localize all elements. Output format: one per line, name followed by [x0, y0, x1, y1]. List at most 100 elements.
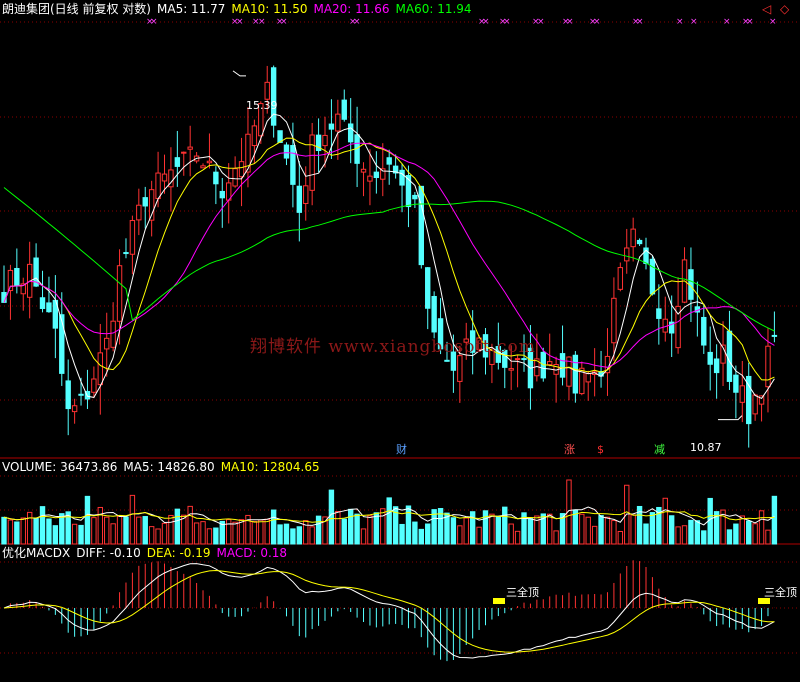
candle-body	[251, 125, 258, 147]
volume-bar	[33, 518, 39, 545]
candle-body	[238, 161, 245, 178]
candle	[84, 369, 91, 409]
volume-bar	[367, 515, 373, 545]
volume-bar	[726, 529, 733, 545]
candle-body	[431, 295, 437, 333]
cross-marker: ×	[593, 17, 601, 27]
candle-body	[373, 171, 380, 179]
event-marker-reduce[interactable]: 减	[654, 444, 665, 456]
volume-bar	[527, 518, 534, 545]
volume-bar	[110, 523, 116, 545]
volume-bar	[46, 518, 52, 545]
volume-bar	[232, 521, 238, 545]
candle	[219, 177, 225, 228]
volume-bar	[598, 515, 604, 545]
candle-body	[116, 265, 123, 322]
candle	[649, 255, 656, 296]
volume-bar	[668, 515, 675, 545]
candle-body	[758, 395, 765, 405]
candle-body	[765, 345, 771, 388]
candle	[399, 163, 405, 213]
candle-body	[572, 354, 579, 394]
volume-bar	[315, 515, 322, 545]
signal-marker	[493, 598, 505, 604]
candle	[579, 361, 585, 396]
candle-body	[701, 316, 707, 346]
candle-body	[630, 228, 636, 248]
volume-bar	[187, 505, 193, 545]
volume-bar	[283, 523, 290, 545]
event-marker-finance[interactable]: 财	[396, 444, 407, 456]
volume-ma10-legend: MA10: 12804.65	[220, 460, 320, 474]
candle-body	[386, 157, 392, 165]
candle-body	[97, 352, 103, 386]
candle-body	[328, 123, 335, 130]
candle-body	[771, 334, 778, 337]
volume-bar	[1, 516, 7, 545]
volume-bar	[78, 524, 84, 545]
candle-body	[206, 160, 213, 164]
candle	[46, 276, 52, 313]
ma20-legend: MA20: 11.66	[313, 2, 390, 16]
volume-bar	[213, 527, 219, 545]
volume-bar	[758, 510, 765, 545]
candle	[418, 185, 425, 269]
candle-body	[283, 144, 290, 159]
stock-title: 朗迪集团(日线 前复权 对数)	[2, 2, 151, 16]
cross-marker: ×	[566, 17, 574, 27]
candle-body	[14, 267, 20, 286]
candle-body	[733, 374, 739, 393]
price-panel[interactable]	[1, 65, 778, 448]
volume-bar	[206, 528, 213, 545]
volume-bar	[226, 519, 232, 545]
volume-bar	[771, 495, 778, 545]
candle-body	[347, 123, 354, 143]
volume-bar	[662, 497, 668, 545]
diamond-icon[interactable]: ◇	[780, 3, 789, 15]
candle	[746, 362, 752, 448]
cross-marker: ×	[636, 17, 644, 27]
candle	[675, 277, 681, 354]
volume-bar	[765, 529, 771, 545]
candle	[129, 215, 136, 275]
volume-bar	[457, 525, 463, 545]
volume-bar	[502, 506, 508, 545]
event-marker-rise[interactable]: 涨	[564, 444, 575, 456]
volume-bar	[328, 489, 335, 545]
volume-bar	[425, 523, 431, 545]
candle-body	[611, 297, 617, 344]
candle-body	[752, 394, 758, 415]
volume-panel[interactable]	[1, 479, 778, 545]
macd-value-legend: MACD: 0.18	[216, 546, 288, 560]
macd-legend: 优化MACDX DIFF: -0.10 DEA: -0.19 MACD: 0.18	[2, 546, 293, 560]
macd-panel[interactable]	[3, 560, 775, 662]
candle	[187, 125, 193, 177]
candle	[360, 162, 367, 197]
volume-bar	[399, 523, 405, 545]
candle-body	[412, 194, 418, 200]
volume-bar	[604, 516, 611, 545]
candle	[701, 303, 707, 354]
candle-body	[444, 359, 450, 362]
candle-body	[309, 134, 315, 191]
candle	[104, 312, 110, 377]
dea-legend: DEA: -0.19	[146, 546, 211, 560]
low-pointer	[718, 415, 743, 421]
volume-bar	[14, 521, 20, 545]
candle	[65, 359, 71, 436]
volume-bar	[136, 516, 142, 545]
event-marker-dollar[interactable]: $	[597, 444, 604, 456]
cross-marker: ×	[503, 17, 511, 27]
volume-bar	[161, 522, 168, 545]
volume-bar	[373, 512, 380, 545]
volume-bar	[463, 517, 469, 545]
candle	[585, 370, 591, 401]
high-pointer	[232, 70, 246, 77]
volume-bar	[39, 506, 46, 545]
candle	[643, 237, 649, 270]
volume-bar	[508, 523, 514, 545]
candle-body	[425, 267, 431, 309]
volume-bar	[168, 514, 174, 545]
volume-bar	[91, 517, 97, 545]
prev-arrow-icon[interactable]: ◁	[762, 3, 771, 15]
